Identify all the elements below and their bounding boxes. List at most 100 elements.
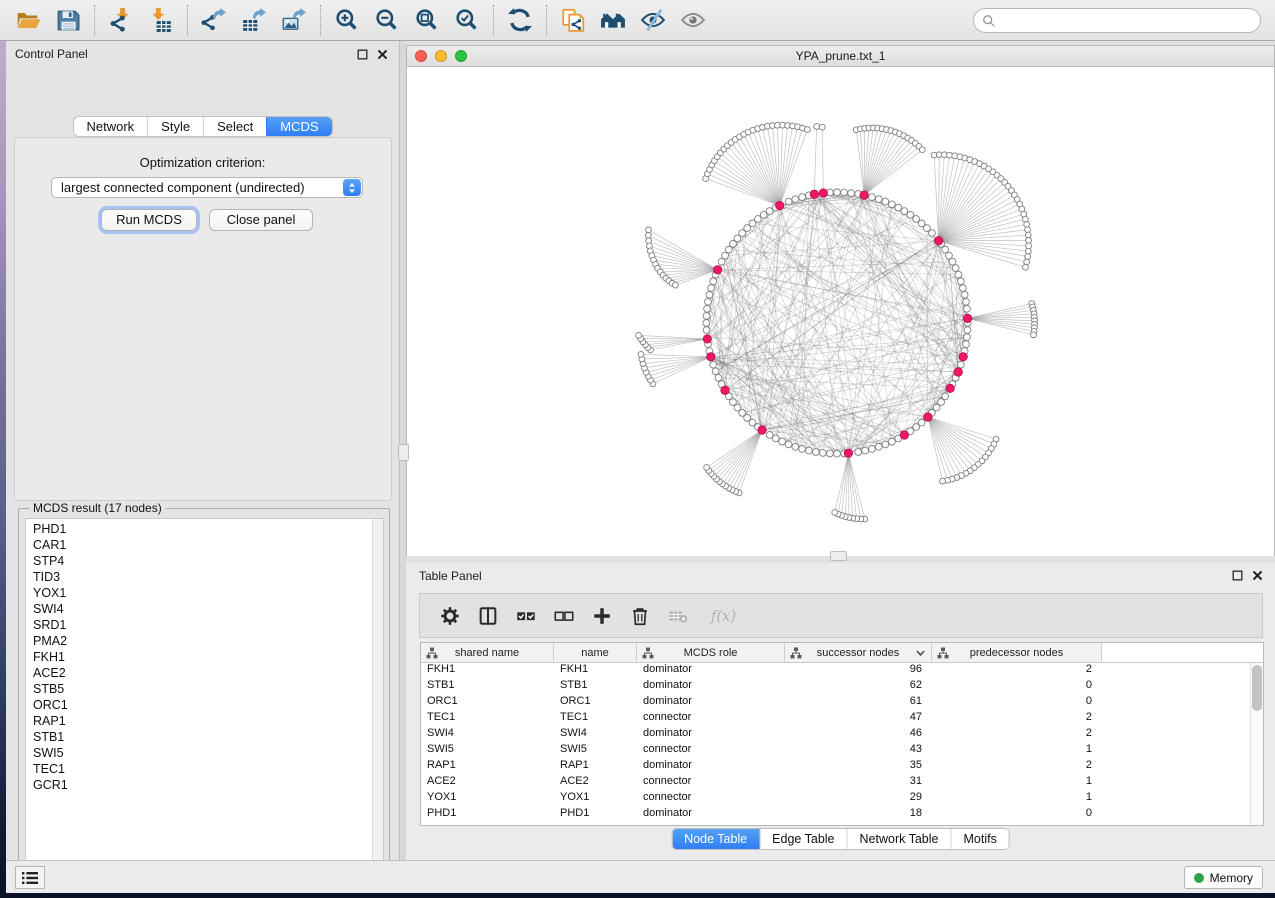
unselect-all-button[interactable]: [552, 604, 576, 628]
cell-name: ACE2: [554, 775, 637, 791]
mcds-result-item[interactable]: STP4: [26, 553, 383, 569]
column-header-successor-nodes[interactable]: successor nodes: [785, 643, 932, 662]
neighbors-houses-button[interactable]: [593, 3, 633, 37]
refresh-button[interactable]: [500, 3, 540, 37]
mcds-result-item[interactable]: SRD1: [26, 617, 383, 633]
export-network-button[interactable]: [194, 3, 234, 37]
zoom-in-button[interactable]: [327, 3, 367, 37]
fx-button[interactable]: f(x): [704, 604, 738, 628]
import-table-button[interactable]: [141, 3, 181, 37]
select-spinner-icon: [343, 179, 361, 196]
network-graph[interactable]: [407, 67, 1274, 556]
list-scrollbar[interactable]: [372, 519, 383, 872]
cell-predecessors: 1: [932, 791, 1102, 807]
mcds-result-item[interactable]: RAP1: [26, 713, 383, 729]
mcds-result-item[interactable]: PHD1: [26, 521, 383, 537]
mcds-result-item[interactable]: TEC1: [26, 761, 383, 777]
table-row[interactable]: TEC1TEC1connector472: [421, 711, 1263, 727]
unselect-all-icon: [553, 605, 575, 627]
control-panel-header: Control Panel: [6, 41, 399, 67]
tab-select[interactable]: Select: [203, 117, 266, 136]
mcds-result-item[interactable]: YOX1: [26, 585, 383, 601]
zoom-selected-button[interactable]: [447, 3, 487, 37]
mcds-result-list[interactable]: PHD1CAR1STP4TID3YOX1SWI4SRD1PMA2FKH1ACE2…: [25, 518, 384, 873]
table-scrollbar-thumb[interactable]: [1252, 665, 1262, 711]
task-history-button[interactable]: [15, 866, 45, 889]
zoom-out-button[interactable]: [367, 3, 407, 37]
mcds-result-item[interactable]: FKH1: [26, 649, 383, 665]
table-row[interactable]: SWI5SWI5connector431: [421, 743, 1263, 759]
table-row[interactable]: ORC1ORC1dominator610: [421, 695, 1263, 711]
open-folder-icon: [15, 7, 41, 33]
cell-successors: 96: [785, 663, 932, 679]
close-panel-button[interactable]: Close panel: [209, 209, 313, 231]
select-all-button[interactable]: [514, 604, 538, 628]
svg-text:f(x): f(x): [710, 608, 736, 625]
hide-eye-button[interactable]: [633, 3, 673, 37]
mcds-result-group: MCDS result (17 nodes) PHD1CAR1STP4TID3Y…: [18, 508, 390, 879]
mcds-result-item[interactable]: PMA2: [26, 633, 383, 649]
table-row[interactable]: PHD1PHD1dominator180: [421, 807, 1263, 823]
vertical-splitter-grip[interactable]: [398, 444, 409, 461]
mcds-result-item[interactable]: ORC1: [26, 697, 383, 713]
tab-node-table[interactable]: Node Table: [672, 829, 759, 849]
table-row[interactable]: SWI4SWI4dominator462: [421, 727, 1263, 743]
table-panel-title: Table Panel: [419, 569, 482, 583]
cell-predecessors: 1: [932, 775, 1102, 791]
columns-button[interactable]: [476, 604, 500, 628]
save-floppy-button[interactable]: [48, 3, 88, 37]
export-image-button[interactable]: [274, 3, 314, 37]
table-row[interactable]: FKH1FKH1dominator962: [421, 663, 1263, 679]
optimization-criterion-select[interactable]: largest connected component (undirected): [51, 177, 363, 198]
column-header-MCDS-role[interactable]: MCDS role: [637, 643, 785, 662]
export-table-button[interactable]: [234, 3, 274, 37]
mcds-result-item[interactable]: STB5: [26, 681, 383, 697]
doc-network-button[interactable]: [553, 3, 593, 37]
search-box[interactable]: [973, 8, 1261, 33]
search-input[interactable]: [996, 11, 1260, 31]
mcds-result-item[interactable]: ACE2: [26, 665, 383, 681]
mcds-result-item[interactable]: TID3: [26, 569, 383, 585]
network-canvas[interactable]: [406, 67, 1275, 556]
toolbar-separator: [187, 5, 188, 35]
tab-network[interactable]: Network: [73, 117, 147, 136]
gear-icon: [439, 605, 461, 627]
tab-style[interactable]: Style: [147, 117, 203, 136]
column-header-name[interactable]: name: [554, 643, 637, 662]
show-eye-button[interactable]: [673, 3, 713, 37]
add-row-button[interactable]: [590, 604, 614, 628]
run-mcds-button[interactable]: Run MCDS: [101, 209, 197, 231]
horizontal-splitter-grip[interactable]: [830, 551, 847, 561]
zoom-fit-button[interactable]: [407, 3, 447, 37]
close-table-panel-icon[interactable]: [1250, 568, 1264, 582]
tab-mcds[interactable]: MCDS: [266, 117, 331, 136]
table-row[interactable]: ACE2ACE2connector311: [421, 775, 1263, 791]
mcds-result-item[interactable]: GCR1: [26, 777, 383, 793]
gear-button[interactable]: [438, 604, 462, 628]
column-header-predecessor-nodes[interactable]: predecessor nodes: [932, 643, 1102, 662]
cell-successors: 31: [785, 775, 932, 791]
cell-successors: 47: [785, 711, 932, 727]
table-body: FKH1FKH1dominator962STB1STB1dominator620…: [421, 663, 1263, 823]
tab-motifs[interactable]: Motifs: [950, 829, 1008, 849]
float-panel-icon[interactable]: [355, 47, 369, 61]
mcds-result-item[interactable]: SWI5: [26, 745, 383, 761]
import-network-button[interactable]: [101, 3, 141, 37]
open-folder-button[interactable]: [8, 3, 48, 37]
mcds-result-item[interactable]: CAR1: [26, 537, 383, 553]
delete-table-button[interactable]: [666, 604, 690, 628]
mcds-result-item[interactable]: SWI4: [26, 601, 383, 617]
float-table-panel-icon[interactable]: [1230, 568, 1244, 582]
memory-button[interactable]: Memory: [1184, 866, 1263, 889]
tab-network-table[interactable]: Network Table: [847, 829, 951, 849]
delete-row-button[interactable]: [628, 604, 652, 628]
cell-role: dominator: [637, 663, 785, 679]
column-header-shared-name[interactable]: shared name: [421, 643, 554, 662]
tab-edge-table[interactable]: Edge Table: [759, 829, 846, 849]
table-row[interactable]: YOX1YOX1connector291: [421, 791, 1263, 807]
table-row[interactable]: RAP1RAP1dominator352: [421, 759, 1263, 775]
table-row[interactable]: STB1STB1dominator620: [421, 679, 1263, 695]
close-panel-icon[interactable]: [375, 47, 389, 61]
mcds-result-item[interactable]: STB1: [26, 729, 383, 745]
table-scrollbar[interactable]: [1250, 663, 1263, 825]
